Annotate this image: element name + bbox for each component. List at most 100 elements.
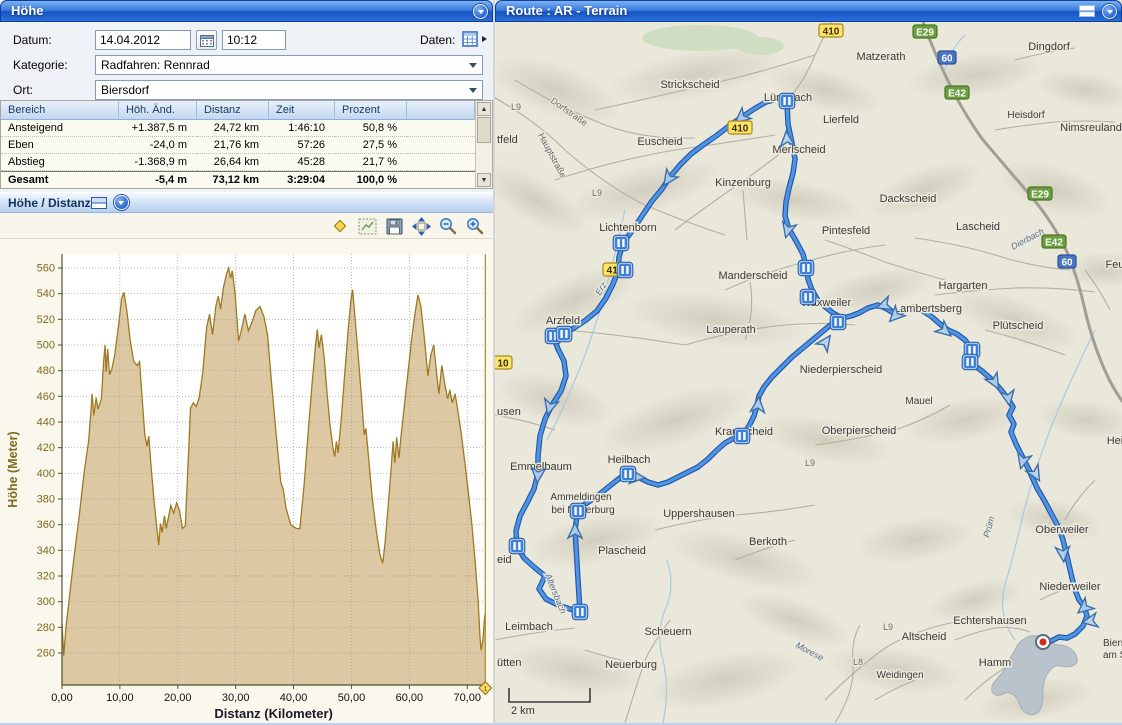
data-grid-icon [462, 31, 479, 48]
map-town-label: Ammeldingen [550, 492, 611, 503]
col-header[interactable]: Bereich [1, 101, 119, 120]
route-map[interactable]: StrickscheidEuscheidtfeldLünebachLierfel… [495, 22, 1122, 723]
map-town-label: Weidingen [876, 670, 923, 681]
table-row-cell: 45:28 [269, 154, 335, 171]
category-combobox[interactable]: Radfahren: Rennrad [95, 55, 483, 75]
route-pause-marker[interactable] [556, 326, 572, 342]
y-tick-label: 420 [37, 442, 55, 454]
table-row-cell: 21,7 % [335, 154, 407, 171]
route-start-marker[interactable] [1036, 635, 1050, 649]
map-town-label: tfeld [497, 134, 518, 146]
split-window-icon[interactable] [91, 197, 107, 209]
collapse-icon[interactable] [1102, 4, 1117, 19]
route-pause-marker[interactable] [962, 354, 978, 370]
map-town-label: Berkoth [749, 536, 787, 548]
pan-fit-icon[interactable] [411, 216, 431, 236]
save-icon[interactable] [384, 216, 404, 236]
scroll-thumb[interactable] [477, 117, 491, 143]
map-road-label: L9 [592, 188, 602, 198]
y-tick-label: 440 [37, 417, 55, 429]
route-pause-marker[interactable] [798, 260, 814, 276]
y-tick-label: 300 [37, 596, 55, 608]
map-road-label: L8 [853, 657, 863, 667]
x-tick-label: 20,00 [164, 692, 192, 704]
scale-label: 2 km [511, 705, 535, 717]
y-tick-label: 560 [37, 263, 55, 275]
col-header[interactable]: Zeit [269, 101, 335, 120]
calendar-button[interactable] [196, 30, 217, 50]
col-header[interactable]: Höh. Änd. [119, 101, 197, 120]
calendar-icon [200, 34, 214, 47]
map-town-label: Hargarten [939, 280, 988, 292]
chart-title: Höhe / Distanz [8, 196, 91, 210]
route-pause-marker[interactable] [830, 314, 846, 330]
road-number-badge: E42 [1042, 235, 1066, 249]
table-total-cell: -5,4 m [119, 171, 197, 189]
scroll-down-icon[interactable]: ▼ [477, 173, 491, 187]
route-pause-marker[interactable] [779, 93, 795, 109]
location-value: Biersdorf [101, 83, 149, 97]
route-pause-marker[interactable] [572, 604, 588, 620]
road-number-badge: 410 [728, 121, 752, 135]
date-input[interactable] [95, 30, 191, 50]
x-tick-label: 10,00 [106, 692, 134, 704]
map-town-label: Scheuern [644, 626, 691, 638]
y-tick-label: 540 [37, 288, 55, 300]
split-window-icon[interactable] [1079, 5, 1095, 17]
map-title: Route : AR - Terrain [506, 1, 627, 21]
table-row-cell[interactable]: Eben [1, 137, 119, 154]
collapse-icon[interactable] [473, 4, 488, 19]
table-row-cell[interactable]: Ansteigend [1, 120, 119, 137]
tour-form: Datum: Daten: [0, 24, 493, 98]
table-row-cell[interactable]: Abstieg [1, 154, 119, 171]
map-town-label: Dackscheid [880, 193, 937, 205]
daten-grid-button[interactable] [462, 31, 479, 51]
route-pause-marker[interactable] [570, 503, 586, 519]
daten-expand-arrow[interactable] [482, 36, 490, 42]
map-town-label: Niederpierscheid [800, 364, 883, 376]
table-row-cell: 50,8 % [335, 120, 407, 137]
y-tick-label: 400 [37, 468, 55, 480]
y-tick-label: 480 [37, 365, 55, 377]
map-town-label: Lierfeld [823, 114, 859, 126]
table-row-cell [407, 154, 475, 171]
y-tick-label: 280 [37, 622, 55, 634]
route-pause-marker[interactable] [620, 466, 636, 482]
table-row-cell: 1:46:10 [269, 120, 335, 137]
col-header[interactable]: Prozent [335, 101, 407, 120]
zoom-out-icon[interactable] [438, 216, 458, 236]
marker-diamond-icon[interactable] [330, 216, 350, 236]
x-tick-label: 60,00 [396, 692, 424, 704]
location-combobox[interactable]: Biersdorf [95, 80, 483, 100]
road-number-badge: 410 [819, 24, 843, 38]
svg-text:E29: E29 [1031, 190, 1049, 201]
route-pause-marker[interactable] [613, 235, 629, 251]
map-town-label: Oberweiler [1035, 524, 1089, 536]
road-number-badge: E42 [945, 86, 969, 100]
map-town-label: Biersdorf [1103, 638, 1122, 649]
elevation-chart[interactable]: 2602803003203403603804004204404604805005… [0, 239, 493, 723]
route-pause-marker[interactable] [800, 289, 816, 305]
road-number-badge: E29 [913, 25, 937, 39]
table-row-cell: 27,5 % [335, 137, 407, 154]
scroll-up-icon[interactable]: ▲ [477, 102, 491, 116]
table-row-cell: -1.368,9 m [119, 154, 197, 171]
collapse-icon[interactable] [114, 195, 129, 210]
zoom-in-icon[interactable] [465, 216, 485, 236]
map-town-label: Lauperath [706, 324, 756, 336]
svg-text:E42: E42 [948, 89, 966, 100]
y-axis-title: Höhe (Meter) [6, 431, 20, 507]
route-pause-marker[interactable] [617, 262, 633, 278]
map-road-label: L9 [883, 622, 893, 632]
chart-image-icon[interactable] [357, 216, 377, 236]
route-pause-marker[interactable] [509, 538, 525, 554]
map-town-label: eid [497, 554, 512, 566]
map-panel-titlebar: Route : AR - Terrain [495, 0, 1122, 22]
elevation-panel-titlebar: Höhe [0, 0, 493, 22]
time-input[interactable] [222, 30, 286, 50]
col-header[interactable]: Distanz [197, 101, 269, 120]
table-scrollbar[interactable]: ▲ ▼ [475, 101, 492, 188]
map-town-label: Kinzenburg [715, 177, 771, 189]
route-pause-marker[interactable] [734, 428, 750, 444]
map-town-label: Leimbach [505, 621, 553, 633]
